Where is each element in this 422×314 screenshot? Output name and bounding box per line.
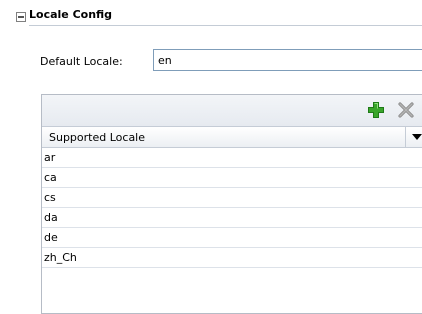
section-title: Locale Config [29, 8, 113, 21]
collapse-icon[interactable] [16, 12, 26, 22]
column-header-supported-locale[interactable]: Supported Locale [42, 127, 422, 148]
locale-config-section-header: Locale Config [0, 0, 422, 28]
table-row[interactable]: ar [42, 148, 422, 168]
table-rows: ar ca cs da de zh_Ch [42, 148, 422, 268]
table-row[interactable]: da [42, 208, 422, 228]
delete-icon[interactable] [397, 101, 415, 119]
table-row[interactable]: zh_Ch [42, 248, 422, 268]
supported-locales-table: Supported Locale ar ca cs da de zh_Ch [41, 94, 422, 314]
table-row[interactable]: cs [42, 188, 422, 208]
section-divider [29, 25, 422, 26]
add-icon[interactable] [367, 101, 385, 119]
table-row[interactable]: ca [42, 168, 422, 188]
sort-dropdown-icon[interactable] [412, 134, 422, 140]
default-locale-input[interactable] [153, 49, 422, 71]
column-header-label: Supported Locale [49, 131, 146, 144]
table-row[interactable]: de [42, 228, 422, 248]
default-locale-label: Default Locale: [40, 55, 123, 68]
column-separator [405, 127, 406, 148]
table-toolbar [42, 95, 422, 127]
